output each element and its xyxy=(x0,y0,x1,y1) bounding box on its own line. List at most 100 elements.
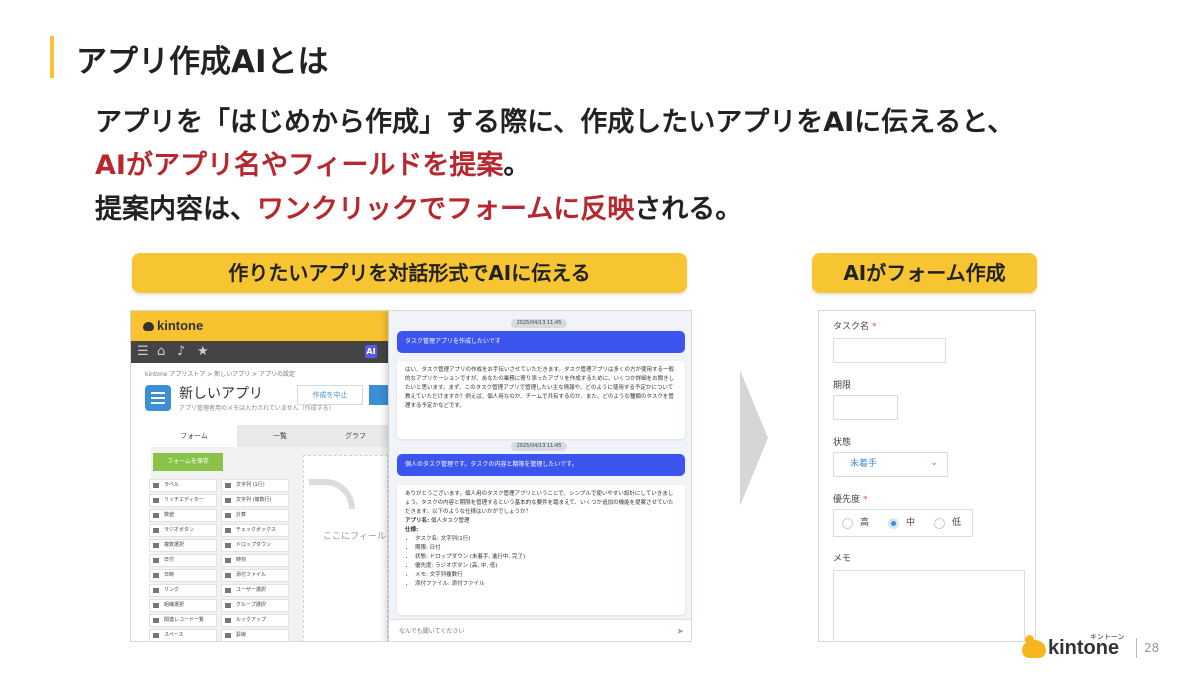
spec-item: 状態: ドロップダウン (未着手, 進行中, 完了) xyxy=(415,553,677,562)
spec-item: タスク名: 文字列(1行) xyxy=(415,535,677,544)
user-message: タスク管理アプリを作成したいです xyxy=(397,331,685,353)
ai-chat-panel: 2025/04/13 11:45 タスク管理アプリを作成したいです はい、タスク… xyxy=(388,311,691,641)
deadline-label: 期限 xyxy=(833,381,852,391)
kintone-nav: ☰ ⌂ ♪ ★ AI xyxy=(131,341,388,363)
palette-item[interactable]: 文字列 (1行) xyxy=(221,479,289,492)
lead-highlight-1: AIがアプリ名やフィールドを提案 xyxy=(95,150,504,181)
deadline-field[interactable] xyxy=(833,395,898,420)
menu-icon[interactable]: ☰ xyxy=(137,344,149,360)
priority-radio-high[interactable] xyxy=(842,518,853,529)
star-icon[interactable]: ★ xyxy=(197,344,209,360)
app-name: 新しいアプリ xyxy=(179,386,263,402)
chat-input-placeholder: なんでも聞いてください xyxy=(399,628,465,635)
tab-list[interactable]: 一覧 xyxy=(237,425,323,447)
palette-item[interactable]: ラベル xyxy=(149,479,217,492)
palette-item[interactable]: 文字列 (複数行) xyxy=(221,494,289,507)
ai-message-appname: アプリ名: 個人タスク管理 xyxy=(405,518,470,524)
lead-text-1: アプリを「はじめから作成」する際に、作成したいアプリをAIに伝えると、 xyxy=(95,107,1015,138)
title-accent-bar xyxy=(50,36,54,78)
cancel-create-button[interactable]: 作成を中止 xyxy=(297,385,363,405)
palette-item[interactable]: チェックボックス xyxy=(221,524,289,537)
spec-item: メモ: 文字列複数行 xyxy=(415,571,677,580)
ai-message-spec-label: 仕様: xyxy=(405,527,419,533)
palette-item[interactable]: ラジオボタン xyxy=(149,524,217,537)
save-form-button[interactable]: フォームを保存 xyxy=(153,453,223,471)
priority-option-label: 中 xyxy=(906,518,916,528)
palette-item[interactable]: 日時 xyxy=(149,569,217,582)
priority-option-label: 低 xyxy=(952,518,962,528)
palette-item[interactable]: 関連レコード一覧 xyxy=(149,614,217,627)
palette-item[interactable]: スペース xyxy=(149,629,217,641)
tab-graph[interactable]: グラフ xyxy=(323,425,388,447)
priority-radio-medium[interactable] xyxy=(888,518,899,529)
lead-text-3a: 提案内容は、 xyxy=(95,194,257,225)
brand-kana: キントーン xyxy=(1090,633,1125,641)
lead-text-2: 。 xyxy=(503,150,531,181)
kintone-screenshot: kintone ☰ ⌂ ♪ ★ AI kintone アプリストア > 新しいア… xyxy=(130,310,692,642)
lead-line-2: AIがアプリ名やフィールドを提案。 xyxy=(95,143,530,182)
memo-label: メモ xyxy=(833,554,852,564)
spec-item: 添付ファイル: 添付ファイル xyxy=(415,580,677,589)
drop-hint: ここにフィールド xyxy=(323,532,395,542)
status-dropdown[interactable]: 未着手 ⌄ xyxy=(833,452,948,477)
ai-icon[interactable]: AI xyxy=(365,345,377,358)
publish-button[interactable] xyxy=(369,385,389,405)
priority-option-label: 高 xyxy=(860,518,870,528)
lead-line-1: アプリを「はじめから作成」する際に、作成したいアプリをAIに伝えると、 xyxy=(95,100,1014,139)
flow-arrow-icon xyxy=(740,370,768,506)
status-value: 未着手 xyxy=(850,459,878,469)
cat-mark-icon xyxy=(1022,635,1046,658)
ai-message-spec-list: タスク名: 文字列(1行) 期限: 日付 状態: ドロップダウン (未着手, 進… xyxy=(415,535,677,589)
palette-item[interactable]: 数値 xyxy=(149,509,217,522)
ai-message-intro: ありがとうございます。個人用のタスク管理アプリということで、シンプルで使いやすい… xyxy=(405,491,674,515)
priority-radio-low[interactable] xyxy=(934,518,945,529)
lead-highlight-2: ワンクリックでフォームに反映 xyxy=(257,194,635,225)
ai-message: ありがとうございます。個人用のタスク管理アプリということで、シンプルで使いやすい… xyxy=(397,485,685,615)
tab-form[interactable]: フォーム xyxy=(151,425,237,447)
palette-item[interactable]: 時刻 xyxy=(221,554,289,567)
chat-timestamp: 2025/04/13 11:45 xyxy=(511,319,567,328)
memo-field[interactable] xyxy=(833,570,1025,641)
settings-tabs: フォーム 一覧 グラフ xyxy=(151,425,388,447)
lead-text-3b: される。 xyxy=(634,194,743,225)
generated-form-preview: タスク名 * 期限 状態 未着手 ⌄ 優先度 * 高 中 低 メモ xyxy=(818,310,1036,642)
kintone-brand-logo: kintone キントーン xyxy=(1022,633,1132,662)
task-name-field[interactable] xyxy=(833,338,946,363)
send-icon[interactable]: ➤ xyxy=(676,620,684,641)
palette-item[interactable]: 計算 xyxy=(221,509,289,522)
palette-item[interactable]: リッチエディター xyxy=(149,494,217,507)
status-label: 状態 xyxy=(833,438,852,448)
spec-item: 期限: 日付 xyxy=(415,544,677,553)
palette-item[interactable]: 複数選択 xyxy=(149,539,217,552)
palette-item[interactable]: ユーザー選択 xyxy=(221,584,289,597)
palette-item[interactable]: リンク xyxy=(149,584,217,597)
home-icon[interactable]: ⌂ xyxy=(157,344,165,360)
kintone-header: kintone xyxy=(131,311,388,341)
task-name-label: タスク名 * xyxy=(833,322,877,332)
chevron-down-icon: ⌄ xyxy=(930,458,938,468)
palette-item[interactable]: 日付 xyxy=(149,554,217,567)
page-number: 28 xyxy=(1144,641,1160,655)
bell-icon[interactable]: ♪ xyxy=(177,344,185,360)
chat-input[interactable]: なんでも聞いてください ➤ xyxy=(389,619,691,641)
spec-item: 優先度: ラジオボタン (高, 中, 低) xyxy=(415,562,677,571)
label-form-step: AIがフォーム作成 xyxy=(812,253,1037,293)
palette-item[interactable]: ドロップダウン xyxy=(221,539,289,552)
priority-radio-group: 高 中 低 xyxy=(833,509,973,537)
chat-timestamp: 2025/04/13 11:45 xyxy=(511,442,567,451)
breadcrumb[interactable]: kintone アプリストア > 新しいアプリ > アプリの設定 xyxy=(145,369,295,378)
palette-item[interactable]: 罫線 xyxy=(221,629,289,641)
palette-item[interactable]: グループ選択 xyxy=(221,599,289,612)
user-message: 個人のタスク管理です。タスクの内容と期限を管理したいです。 xyxy=(397,454,685,476)
palette-item[interactable]: ルックアップ xyxy=(221,614,289,627)
app-icon xyxy=(145,385,171,411)
ai-message: はい、タスク管理アプリの作成をお手伝いさせていただきます。タスク管理アプリは多く… xyxy=(397,361,685,439)
kintone-logo: kintone xyxy=(143,318,203,333)
page-title: アプリ作成AIとは xyxy=(76,44,329,80)
lead-line-3: 提案内容は、ワンクリックでフォームに反映される。 xyxy=(95,187,742,226)
priority-label: 優先度 * xyxy=(833,495,868,505)
palette-item[interactable]: 添付ファイル xyxy=(221,569,289,582)
footer-divider xyxy=(1136,638,1137,658)
label-chat-step: 作りたいアプリを対話形式でAIに伝える xyxy=(132,253,687,293)
palette-item[interactable]: 組織選択 xyxy=(149,599,217,612)
